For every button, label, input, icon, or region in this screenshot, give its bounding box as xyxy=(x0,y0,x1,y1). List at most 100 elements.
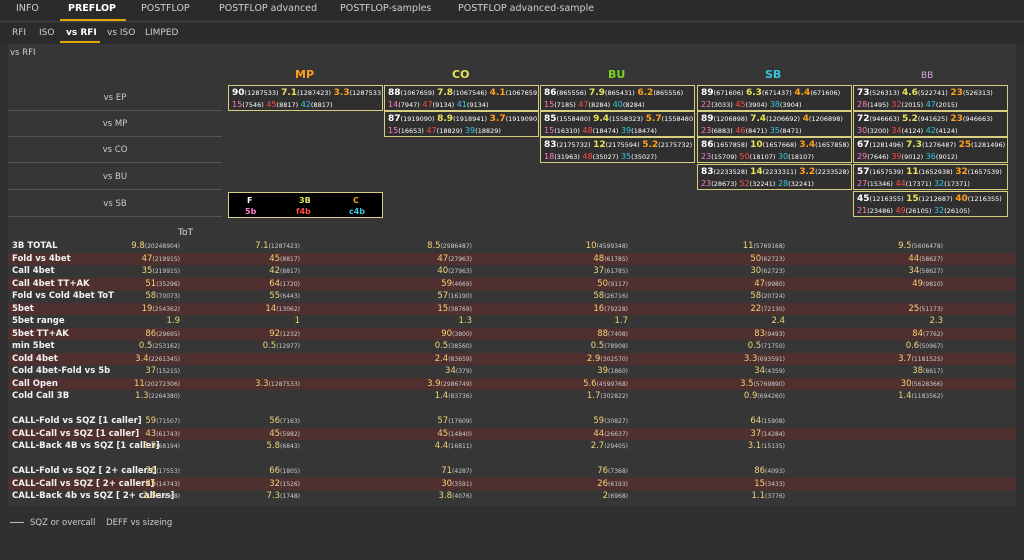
stats-sample: (27963) xyxy=(448,268,472,275)
stats-sample: (7368) xyxy=(608,468,628,475)
stats-value: 3.7(1181525) xyxy=(863,353,943,367)
stats-number: 45 xyxy=(437,428,449,439)
stats-sample: (20724) xyxy=(761,293,785,300)
matrix-sample: (1657858) xyxy=(713,141,748,149)
stats-value: 3.9(2986749) xyxy=(392,378,472,392)
stats-number: 59 xyxy=(145,416,157,426)
stats-number: 88 xyxy=(597,328,609,339)
stats-sample: (4599768) xyxy=(596,380,628,388)
matrix-sample: (1558480) xyxy=(556,115,591,123)
tab-preflop[interactable]: PREFLOP xyxy=(68,3,116,14)
matrix-value: 83 xyxy=(701,167,714,177)
tab-postflop-advanced[interactable]: POSTFLOP advanced xyxy=(219,3,317,14)
stats-value: 26(6193) xyxy=(548,478,628,492)
matrix-sample: (2175732) xyxy=(556,141,591,149)
tab-postflop-samples[interactable]: POSTFLOP-samples xyxy=(340,3,431,14)
stats-value: 0.5(253162) xyxy=(100,340,180,354)
stats-sample: (1232) xyxy=(280,330,300,338)
footer-legend: SQZ or overcall DEFF vs sizeing xyxy=(10,518,172,528)
matrix-value: 72 xyxy=(857,114,870,124)
tab-postflop[interactable]: POSTFLOP xyxy=(141,3,190,14)
stats-number: 25 xyxy=(145,478,157,489)
stats-value: 5.6(4599768) xyxy=(548,378,628,392)
matrix-value: 7.9 xyxy=(588,88,605,98)
matrix-sample: (1206898) xyxy=(713,115,748,123)
matrix-value: 39 xyxy=(891,152,902,161)
matrix-cell: 86(865556) 7.9(865431) 6.2(865556) 15(718… xyxy=(540,85,695,111)
stats-sample: (9810) xyxy=(923,280,943,288)
stats-value: 59(71507) xyxy=(100,415,180,429)
matrix-cell-line: 45(1216355) 15(1212687) 40(1216355) xyxy=(857,193,1007,205)
matrix-value: 18 xyxy=(544,152,555,161)
stats-number: 49 xyxy=(912,278,924,289)
matrix-value: 67 xyxy=(857,140,870,150)
stats-number: 48 xyxy=(593,253,605,264)
matrix-value: 38 xyxy=(769,100,780,109)
subtab-vs-rfi[interactable]: vs RFI xyxy=(66,28,97,38)
stats-number: 16 xyxy=(593,303,605,314)
stats-sample: (14743) xyxy=(156,480,180,488)
stats-value: 9.5(5606478) xyxy=(863,240,943,254)
stats-sample: (6968) xyxy=(608,493,628,500)
stats-number: 2.3 xyxy=(929,316,943,326)
subtab-rfi[interactable]: RFI xyxy=(12,28,26,38)
tab-postflop-advanced-sample[interactable]: POSTFLOP advanced-sample xyxy=(458,3,594,14)
matrix-value: 15 xyxy=(544,100,555,109)
matrix-cell: 73(526313) 4.6(522741) 23(526313) 28(1495… xyxy=(853,85,1008,111)
matrix-cell-line: 14(7947) 47(9134) 41(9134) xyxy=(388,99,538,110)
matrix-value: 6.2 xyxy=(637,88,654,98)
stats-number: 15 xyxy=(437,303,449,314)
stats-sample: (78908) xyxy=(604,343,628,350)
stats-sample: (5769890) xyxy=(753,380,785,388)
matrix-sample: (35027) xyxy=(592,153,619,161)
stats-sample: (4359) xyxy=(765,368,785,375)
matrix-value: 28 xyxy=(857,100,868,109)
stats-sample: (3800) xyxy=(452,330,472,338)
stats-number: 43 xyxy=(145,428,157,439)
stats-value: 0.5(78908) xyxy=(548,340,628,354)
stats-number: 7.1 xyxy=(255,241,269,251)
stats-row-label: Call Open xyxy=(12,378,58,389)
stats-sample: (27963) xyxy=(448,255,472,263)
matrix-cell-line: 30(3200) 34(4124) 42(4124) xyxy=(857,125,1007,136)
matrix-value: 90 xyxy=(232,88,245,98)
stats-sample: (7762) xyxy=(923,330,943,338)
matrix-sample: (1206898) xyxy=(808,115,843,123)
stats-number: 19 xyxy=(141,303,153,314)
stats-sample: (1805) xyxy=(280,468,300,475)
matrix-sample: (2015) xyxy=(935,101,958,109)
stats-sample: (61785) xyxy=(604,268,628,275)
subtab-vs-iso[interactable]: vs ISO xyxy=(107,28,135,38)
stats-value: 15(3433) xyxy=(705,478,785,492)
matrix-cell-line: 83(2175732) 12(2175594) 5.2(2175732) xyxy=(544,139,694,151)
matrix-cell: 90(1287533) 7.1(1287423) 3.3(1287533) 15(… xyxy=(228,85,383,111)
matrix-cell-line: 83(2233528) 14(2233311) 3.2(2233528) xyxy=(701,166,851,178)
matrix-sample: (1281496) xyxy=(869,141,904,149)
matrix-cell: 89(1206898) 7.4(1206692) 4(1206898) 23(68… xyxy=(697,111,852,137)
stats-value: 30(3591) xyxy=(392,478,472,492)
matrix-value: 5.7 xyxy=(645,114,662,124)
matrix-cell-line: 21(23486) 49(26105) 32(26105) xyxy=(857,205,1007,216)
tab-info[interactable]: INFO xyxy=(16,3,39,14)
subtab-iso[interactable]: ISO xyxy=(39,28,54,38)
stats-number: 86 xyxy=(754,466,766,476)
stats-sample: (5606478) xyxy=(911,243,943,250)
matrix-value: 47 xyxy=(426,126,437,135)
matrix-cell-line: 87(1919090) 8.9(1918941) 3.7(1919090) xyxy=(388,113,538,125)
matrix-value: 30 xyxy=(857,126,868,135)
matrix-sample: (9012) xyxy=(901,153,924,161)
stats-number: 5.8 xyxy=(266,441,281,451)
stats-number: 34 xyxy=(445,366,456,376)
matrix-value: 25 xyxy=(958,140,972,150)
stats-sample: (1287533) xyxy=(268,380,300,388)
stats-row-label: Fold vs Cold 4bet ToT xyxy=(12,291,114,301)
stats-number: 0.5 xyxy=(262,341,277,351)
subtab-limped[interactable]: LIMPED xyxy=(145,28,178,38)
stats-number: 0.5 xyxy=(747,341,762,351)
stats-value: 58(26716) xyxy=(548,290,628,304)
stats-sample: (61785) xyxy=(604,255,628,263)
stats-number: 3.9 xyxy=(427,378,441,389)
matrix-value: 10 xyxy=(750,140,763,150)
matrix-sample: (2233528) xyxy=(713,168,748,176)
matrix-value: 3.4 xyxy=(799,140,816,150)
